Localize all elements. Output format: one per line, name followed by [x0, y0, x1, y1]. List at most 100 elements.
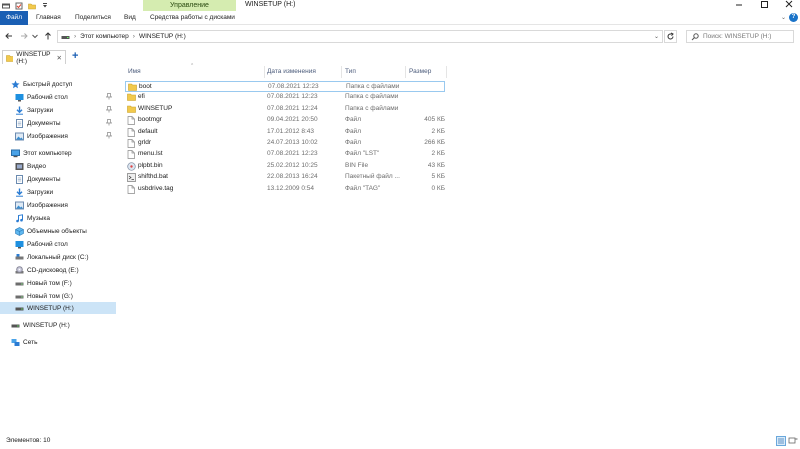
chevron-down-icon[interactable]: ⌄ [654, 33, 659, 40]
minimize-icon [736, 4, 742, 6]
sidebar-item-label: WINSETUP (H:) [27, 304, 74, 312]
sidebar-item[interactable]: Рабочий стол [0, 238, 116, 250]
sidebar-item[interactable]: Изображения [0, 130, 116, 142]
sidebar-item[interactable]: Этот компьютер [0, 147, 116, 159]
properties-icon[interactable] [15, 2, 23, 10]
sidebar-item-label: Объемные объекты [27, 227, 87, 235]
sidebar-item[interactable]: Объемные объекты [0, 225, 116, 237]
sidebar-item-label: Документы [27, 175, 61, 183]
pin-icon[interactable] [105, 118, 113, 128]
drive-icon [15, 279, 24, 288]
sidebar-item[interactable]: Загрузки [0, 104, 116, 116]
sidebar-item[interactable]: Рабочий стол [0, 91, 116, 103]
breadcrumb-this-pc[interactable]: Этот компьютер [80, 33, 129, 40]
new-folder-icon[interactable] [28, 2, 36, 10]
file-row[interactable]: WINSETUP 07.08.2021 12:24 Папка с файлами [125, 104, 445, 115]
large-icons-view-button[interactable] [788, 436, 798, 446]
column-divider[interactable] [405, 66, 406, 78]
sidebar-item[interactable]: Новый том (F:) [0, 277, 116, 289]
pin-icon[interactable] [105, 92, 113, 102]
forward-button[interactable] [18, 30, 30, 42]
expand-ribbon-icon[interactable]: ⌄ [781, 14, 786, 21]
file-row[interactable]: default 17.01.2012 8:43 Файл 2 КБ [125, 127, 445, 138]
title-bar: Управление WINSETUP (H:) [0, 0, 800, 11]
sidebar-item[interactable]: WINSETUP (H:) [0, 302, 116, 314]
folder-icon [127, 105, 136, 115]
breadcrumb-current[interactable]: WINSETUP (H:) [139, 33, 186, 40]
file-date: 25.02.2012 10:25 [267, 161, 318, 169]
maximize-button[interactable] [751, 0, 777, 10]
file-row[interactable]: shifthd.bat 22.08.2013 16:24 Пакетный файл… [125, 172, 445, 183]
file-row[interactable]: efi 07.08.2021 12:23 Папка с файлами [125, 92, 445, 103]
file-name: usbdrive.tag [138, 184, 174, 192]
pin-icon[interactable] [105, 105, 113, 115]
sidebar-item[interactable]: WINSETUP (H:) [0, 319, 116, 331]
file-type: Папка с файлами [345, 93, 399, 101]
sidebar-item[interactable]: Загрузки [0, 186, 116, 198]
sidebar-item[interactable]: Сеть [0, 336, 116, 348]
tab-share[interactable]: Поделиться [75, 11, 111, 25]
column-header-size[interactable]: Размер [409, 68, 431, 75]
sidebar-item[interactable]: Видео [0, 160, 116, 172]
file-row[interactable]: boot 07.08.2021 12:23 Папка с файлами [125, 81, 445, 92]
close-tab-icon[interactable]: ✕ [57, 54, 62, 62]
file-name: plpbt.bin [138, 161, 163, 169]
column-divider[interactable] [264, 66, 265, 78]
manage-tab[interactable]: Управление [143, 0, 236, 11]
cd-drive-icon [15, 265, 24, 275]
file-row[interactable]: menu.lst 07.08.2021 12:23 Файл "LST" 2 КБ [125, 149, 445, 160]
tab-drive-tools[interactable]: Средства работы с дисками [150, 11, 235, 25]
usb-drive-icon [11, 321, 20, 330]
bin-file-icon [127, 162, 136, 173]
desktop-icon [15, 93, 24, 102]
file-date: 13.12.2009 0:54 [267, 184, 314, 192]
file-name: WINSETUP [138, 104, 173, 112]
sidebar-item[interactable]: CD-дисковод (E:) [0, 264, 116, 276]
pin-icon[interactable] [105, 131, 113, 141]
sidebar-item[interactable]: Быстрый доступ [0, 78, 116, 90]
sidebar-item[interactable]: Изображения [0, 199, 116, 211]
file-row[interactable]: plpbt.bin 25.02.2012 10:25 BIN File 43 КБ [125, 161, 445, 172]
column-divider[interactable] [446, 66, 447, 78]
help-icon[interactable]: ? [789, 13, 798, 22]
search-placeholder: Поиск: WINSETUP (H:) [703, 33, 772, 40]
column-header-name[interactable]: Имя [128, 68, 141, 75]
sidebar-item[interactable]: Новый том (G:) [0, 290, 116, 302]
sidebar-item-label: CD-дисковод (E:) [27, 266, 79, 274]
tab-label: WINSETUP (H:) [16, 50, 51, 65]
window-title: WINSETUP (H:) [245, 1, 296, 8]
address-bar[interactable]: › Этот компьютер › WINSETUP (H:) ⌄ [57, 30, 663, 43]
back-button[interactable] [3, 30, 15, 42]
details-view-button[interactable] [776, 436, 786, 446]
sidebar-item[interactable]: Документы [0, 117, 116, 129]
sidebar-item[interactable]: Локальный диск (C:) [0, 251, 116, 263]
file-row[interactable]: grldr 24.07.2013 10:02 Файл 266 КБ [125, 138, 445, 149]
tab-winsetup[interactable]: WINSETUP (H:) ✕ [2, 50, 66, 65]
tab-file[interactable]: Файл [0, 11, 28, 25]
refresh-button[interactable] [664, 30, 677, 43]
window-menu-icon[interactable] [2, 2, 10, 10]
column-header-type[interactable]: Тип [345, 68, 356, 75]
search-input[interactable]: Поиск: WINSETUP (H:) [686, 30, 794, 43]
item-count: Элементов: 10 [6, 437, 51, 444]
column-header-date[interactable]: Дата изменения [267, 68, 316, 75]
file-type: Файл [345, 127, 361, 135]
sidebar-item[interactable]: Музыка [0, 212, 116, 224]
new-tab-button[interactable]: + [72, 51, 78, 62]
sidebar-item-label: Рабочий стол [27, 93, 68, 101]
ribbon-tabs: Файл Главная Поделиться Вид Средства раб… [0, 11, 800, 25]
search-icon [691, 32, 699, 40]
file-row[interactable]: bootmgr 09.04.2021 20:50 Файл 405 КБ [125, 115, 445, 126]
close-button[interactable] [776, 0, 800, 10]
explorer-tabs: WINSETUP (H:) ✕ + [0, 48, 800, 65]
minimize-button[interactable] [726, 0, 752, 10]
file-row[interactable]: usbdrive.tag 13.12.2009 0:54 Файл "TAG" 0 К… [125, 184, 445, 195]
tab-home[interactable]: Главная [36, 11, 61, 25]
recent-locations-button[interactable] [31, 30, 39, 42]
sort-ascending-icon: ⌃ [190, 63, 195, 69]
tab-view[interactable]: Вид [124, 11, 136, 25]
customize-qat-icon[interactable] [41, 2, 49, 10]
column-divider[interactable] [341, 66, 342, 78]
sidebar-item[interactable]: Документы [0, 173, 116, 185]
up-button[interactable] [42, 30, 54, 42]
